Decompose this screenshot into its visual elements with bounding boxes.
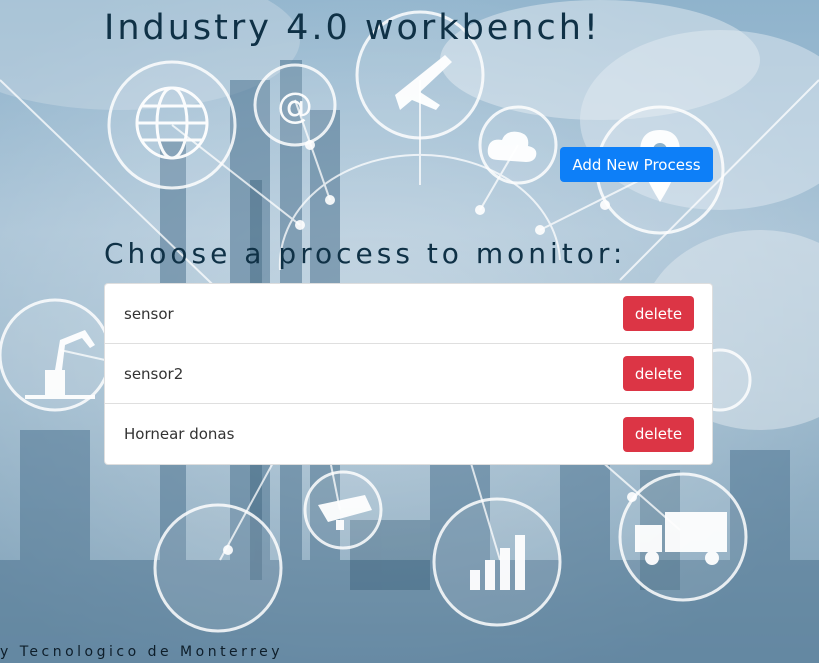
process-name: Hornear donas bbox=[124, 425, 235, 443]
delete-button[interactable]: delete bbox=[623, 416, 694, 452]
delete-button[interactable]: delete bbox=[623, 356, 694, 391]
svg-text:@: @ bbox=[277, 86, 313, 127]
process-name: sensor bbox=[124, 304, 174, 323]
delete-button[interactable]: delete bbox=[623, 296, 694, 331]
process-list-heading: Choose a process to monitor: bbox=[104, 237, 627, 270]
add-new-process-button[interactable]: Add New Process bbox=[560, 147, 713, 182]
process-list-item-sensor[interactable]: sensor delete bbox=[105, 284, 712, 344]
process-list-item-hornear-donas[interactable]: Hornear donas delete bbox=[105, 404, 712, 464]
process-list: sensor delete sensor2 delete Hornear don… bbox=[104, 283, 713, 465]
process-name: sensor2 bbox=[124, 364, 184, 383]
footer-text: y Tecnologico de Monterrey bbox=[0, 644, 284, 660]
page-title: Industry 4.0 workbench! bbox=[104, 8, 601, 48]
process-list-item-sensor2[interactable]: sensor2 delete bbox=[105, 344, 712, 404]
